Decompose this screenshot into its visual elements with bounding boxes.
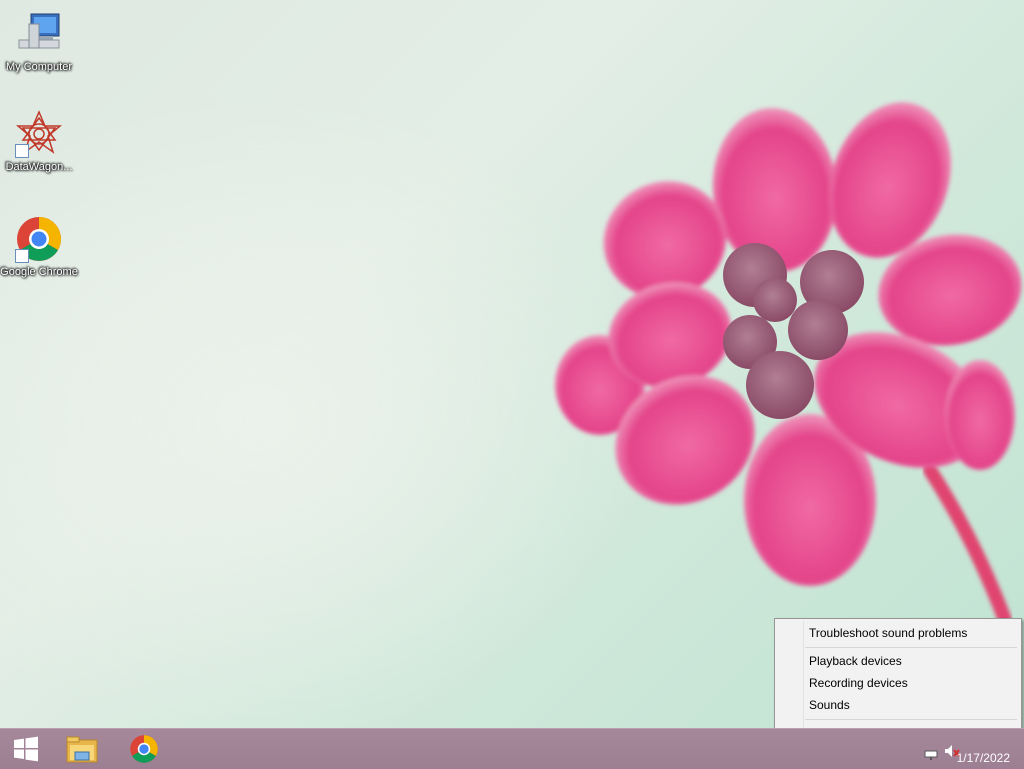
desktop-icon-label: My Computer: [5, 61, 73, 73]
desktop-icon-datawagon[interactable]: DataWagon...: [0, 110, 78, 174]
shortcut-arrow-icon: [15, 144, 29, 158]
windows-logo-icon: [14, 736, 38, 762]
menu-item-troubleshoot-sound[interactable]: Troubleshoot sound problems: [777, 622, 1019, 644]
desktop-icon-google-chrome[interactable]: Google Chrome: [0, 215, 78, 279]
desktop-icon-label: DataWagon...: [5, 161, 73, 173]
taskbar-chrome-button[interactable]: [118, 729, 170, 769]
shortcut-arrow-icon: [15, 249, 29, 263]
taskbar-date[interactable]: 1/17/2022: [957, 751, 1010, 765]
chrome-icon: [130, 735, 158, 763]
menu-separator: [805, 647, 1017, 648]
start-button[interactable]: [0, 729, 52, 769]
taskbar: 1/17/2022: [0, 728, 1024, 769]
file-explorer-icon: [66, 736, 98, 763]
chrome-icon: [15, 215, 63, 263]
network-icon[interactable]: [924, 745, 938, 760]
menu-item-playback-devices[interactable]: Playback devices: [777, 650, 1019, 672]
menu-item-sounds[interactable]: Sounds: [777, 694, 1019, 716]
taskbar-file-explorer-button[interactable]: [56, 729, 108, 769]
datawagon-icon: [15, 110, 63, 158]
computer-icon: [15, 10, 63, 58]
desktop-icon-my-computer[interactable]: My Computer: [0, 10, 78, 74]
menu-separator: [805, 719, 1017, 720]
desktop-icon-label: Google Chrome: [0, 266, 78, 278]
system-tray: 1/17/2022: [884, 729, 1024, 769]
volume-context-menu: Troubleshoot sound problems Playback dev…: [774, 618, 1022, 746]
menu-item-recording-devices[interactable]: Recording devices: [777, 672, 1019, 694]
